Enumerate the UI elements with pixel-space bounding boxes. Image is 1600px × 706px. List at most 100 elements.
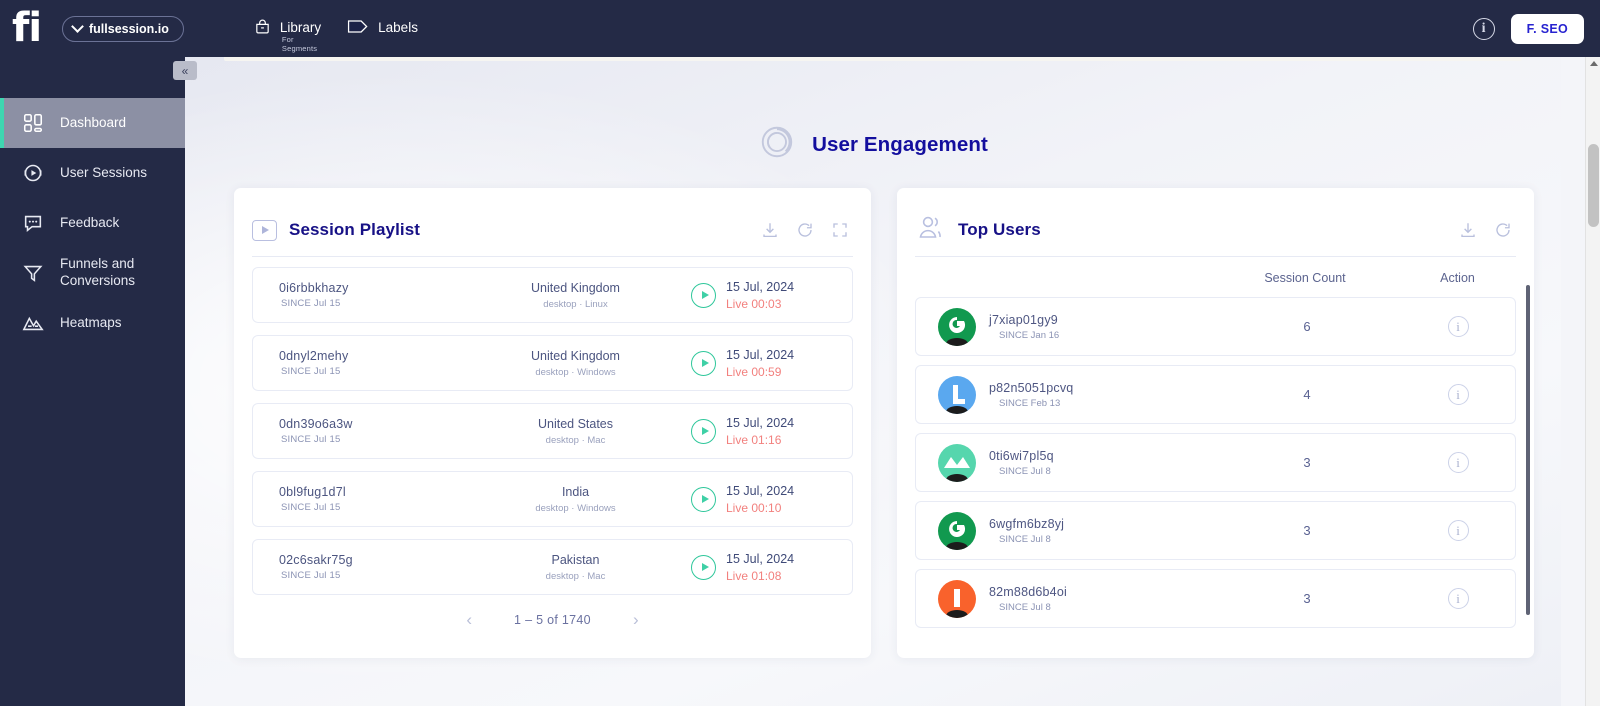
session-id-cell: 0i6rbbkhazy SINCE Jul 15 — [253, 281, 468, 309]
avatar — [938, 511, 976, 550]
top-users-scrollbar[interactable] — [1526, 285, 1530, 615]
expand-icon[interactable] — [831, 221, 849, 239]
user-session-count: 4 — [1303, 387, 1311, 402]
user-cell: p82n5051pcvq SINCE Feb 13 — [989, 381, 1207, 409]
download-icon[interactable] — [1459, 221, 1477, 239]
session-device: desktop · Windows — [535, 366, 616, 378]
session-date-cell: 15 Jul, 2024 Live 00:10 — [683, 484, 852, 515]
session-live-duration: Live 00:10 — [726, 500, 782, 515]
sidebar-item-funnels-and-conversions[interactable]: Funnels and Conversions — [0, 248, 185, 298]
info-icon[interactable]: i — [1447, 588, 1469, 609]
user-session-count: 3 — [1303, 591, 1311, 606]
info-icon[interactable]: i — [1447, 384, 1469, 405]
top-users-title: Top Users — [958, 220, 1041, 239]
top-nav-item-labels[interactable]: Labels — [347, 19, 418, 39]
column-header-session-count: Session Count — [1264, 271, 1346, 285]
sidebar-collapse-button[interactable]: « — [173, 61, 197, 80]
table-row[interactable]: 0i6rbbkhazy SINCE Jul 15 United Kingdom … — [252, 267, 853, 323]
app-logo[interactable]: fi — [12, 8, 48, 49]
table-row[interactable]: 0dn39o6a3w SINCE Jul 15 United States de… — [252, 403, 853, 459]
refresh-icon[interactable] — [1494, 221, 1512, 239]
user-session-count: 3 — [1303, 455, 1311, 470]
download-icon[interactable] — [761, 221, 779, 239]
table-row[interactable]: 02c6sakr75g SINCE Jul 15 Pakistan deskto… — [252, 539, 853, 595]
session-location-cell: Pakistan desktop · Mac — [468, 553, 683, 582]
session-live-duration: Live 00:03 — [726, 296, 782, 311]
user-action-cell: i — [1407, 452, 1515, 473]
swirl-ring-icon — [758, 123, 796, 166]
column-header-action: Action — [1440, 271, 1475, 285]
session-live-duration: Live 01:16 — [726, 432, 782, 447]
info-icon[interactable]: i — [1472, 17, 1495, 40]
top-users-rows: j7xiap01gy9 SINCE Jan 16 6 i p82n5051pcv… — [897, 285, 1534, 628]
table-row[interactable]: 0ti6wi7pl5q SINCE Jul 8 3 i — [915, 433, 1516, 492]
bag-icon — [254, 18, 271, 38]
pagination-label: 1 – 5 of 1740 — [514, 613, 591, 627]
session-country: United States — [537, 416, 614, 431]
page-header: User Engagement — [185, 123, 1561, 166]
info-icon[interactable]: i — [1447, 452, 1469, 473]
session-location-cell: United States desktop · Mac — [468, 417, 683, 446]
sidebar-item-dashboard[interactable]: Dashboard — [0, 98, 185, 148]
session-location-cell: India desktop · Windows — [468, 485, 683, 514]
user-since: SINCE Jul 8 — [999, 533, 1051, 545]
top-users-actions — [1459, 221, 1512, 239]
sidebar-item-feedback[interactable]: Feedback — [0, 198, 185, 248]
pagination-prev-button[interactable]: ‹ — [466, 610, 472, 630]
session-date-cell: 15 Jul, 2024 Live 01:16 — [683, 416, 852, 447]
session-date-cell: 15 Jul, 2024 Live 00:03 — [683, 280, 852, 311]
account-button[interactable]: F. SEO — [1510, 13, 1584, 44]
session-playlist-card: Session Playlist 0i6rbbkhazy SINCE Jul 1… — [234, 188, 871, 658]
site-selector-label: fullsession.io — [89, 21, 169, 36]
table-row[interactable]: 6wgfm6bz8yj SINCE Jul 8 3 i — [915, 501, 1516, 560]
table-row[interactable]: p82n5051pcvq SINCE Feb 13 4 i — [915, 365, 1516, 424]
play-circle-icon — [22, 162, 44, 184]
pagination-next-button[interactable]: › — [633, 610, 639, 630]
session-since: SINCE Jul 15 — [281, 434, 341, 445]
table-row[interactable]: 82m88d6b4oi SINCE Jul 8 3 i — [915, 569, 1516, 628]
chat-bubble-icon — [22, 212, 44, 234]
logo-text: fi — [12, 4, 42, 51]
users-icon — [915, 215, 958, 246]
user-id: 0ti6wi7pl5q — [989, 448, 1054, 463]
session-id: 0bl9fug1d7l — [279, 485, 346, 499]
refresh-icon[interactable] — [796, 221, 814, 239]
session-playlist-header: Session Playlist — [234, 188, 871, 250]
pagination: ‹ 1 – 5 of 1740 › — [234, 610, 871, 630]
scrollbar-thumb[interactable] — [1588, 144, 1599, 227]
info-icon[interactable]: i — [1447, 520, 1469, 541]
play-circle-icon[interactable] — [691, 418, 716, 444]
session-location-cell: United Kingdom desktop · Linux — [468, 281, 683, 310]
site-selector[interactable]: fullsession.io — [62, 15, 184, 42]
dashboard-grid-icon — [22, 112, 44, 134]
table-row[interactable]: 0bl9fug1d7l SINCE Jul 15 India desktop ·… — [252, 471, 853, 527]
cards-container: Session Playlist 0i6rbbkhazy SINCE Jul 1… — [234, 188, 1554, 658]
sheet-top-strip — [224, 57, 1522, 61]
browser-scrollbar[interactable] — [1585, 57, 1600, 706]
session-country: United Kingdom — [531, 348, 620, 363]
play-circle-icon[interactable] — [691, 282, 716, 308]
sidebar-item-label-dashboard: Dashboard — [60, 114, 127, 130]
user-id: 6wgfm6bz8yj — [989, 516, 1065, 531]
user-id: 82m88d6b4oi — [989, 584, 1067, 599]
session-country: Pakistan — [551, 552, 600, 567]
session-id: 02c6sakr75g — [279, 553, 353, 567]
session-date: 15 Jul, 2024 — [726, 347, 795, 362]
session-live-duration: Live 01:08 — [726, 568, 782, 583]
sidebar-item-user-sessions[interactable]: User Sessions — [0, 148, 185, 198]
top-nav-item-library[interactable]: Library For Segments — [254, 18, 321, 53]
table-row[interactable]: j7xiap01gy9 SINCE Jan 16 6 i — [915, 297, 1516, 356]
sidebar-item-label-heatmaps: Heatmaps — [60, 314, 122, 330]
chevron-down-icon — [71, 20, 84, 33]
user-action-cell: i — [1407, 520, 1515, 541]
info-icon[interactable]: i — [1447, 316, 1469, 337]
top-bar-right: i F. SEO — [1472, 13, 1584, 44]
session-rows: 0i6rbbkhazy SINCE Jul 15 United Kingdom … — [234, 257, 871, 595]
scroll-up-arrow-icon[interactable] — [1590, 61, 1598, 66]
play-circle-icon[interactable] — [691, 554, 716, 580]
play-circle-icon[interactable] — [691, 486, 716, 512]
page-title: User Engagement — [812, 132, 988, 156]
play-circle-icon[interactable] — [691, 350, 716, 376]
sidebar-item-heatmaps[interactable]: Heatmaps — [0, 298, 185, 348]
table-row[interactable]: 0dnyl2mehy SINCE Jul 15 United Kingdom d… — [252, 335, 853, 391]
